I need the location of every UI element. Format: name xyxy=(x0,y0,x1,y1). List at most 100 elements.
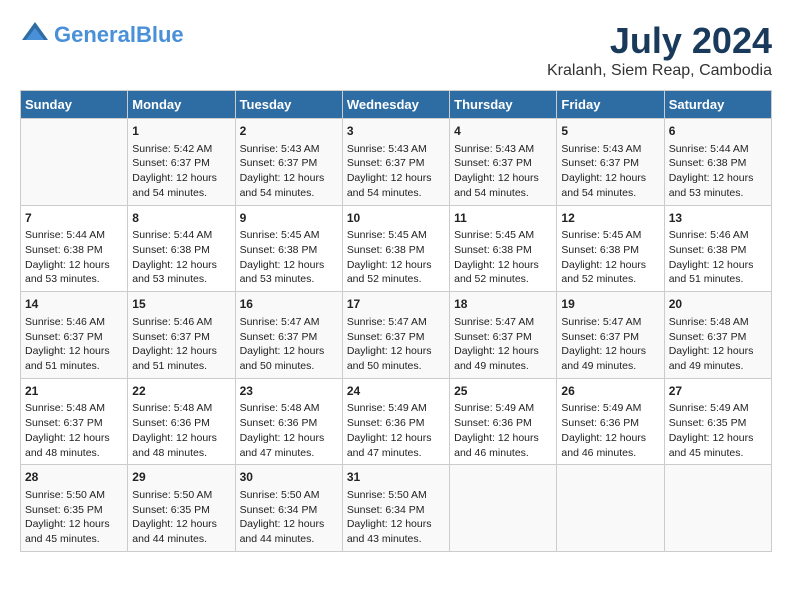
calendar-cell: 25Sunrise: 5:49 AM Sunset: 6:36 PM Dayli… xyxy=(450,378,557,465)
calendar-cell: 7Sunrise: 5:44 AM Sunset: 6:38 PM Daylig… xyxy=(21,205,128,292)
calendar-cell: 18 Sunrise: 5:47 AM Sunset: 6:37 PM Dayli… xyxy=(450,292,557,379)
calendar-cell: 30Sunrise: 5:50 AM Sunset: 6:34 PM Dayli… xyxy=(235,465,342,552)
day-number: 19 xyxy=(561,296,659,313)
cell-content: Sunrise: 5:48 AM Sunset: 6:37 PM Dayligh… xyxy=(25,401,123,460)
day-number: 7 xyxy=(25,210,123,227)
header-day-wednesday: Wednesday xyxy=(342,91,449,119)
cell-content: Sunrise: 5:50 AM Sunset: 6:34 PM Dayligh… xyxy=(347,488,445,547)
day-number: 17 xyxy=(347,296,445,313)
cell-content: Sunrise: 5:49 AM Sunset: 6:36 PM Dayligh… xyxy=(454,401,552,460)
calendar-cell: 29 Sunrise: 5:50 AM Sunset: 6:35 PM Dayli… xyxy=(128,465,235,552)
cell-content: Sunrise: 5:43 AM Sunset: 6:37 PM Dayligh… xyxy=(454,142,552,201)
page-header: GeneralBlue July 2024 Kralanh, Siem Reap… xyxy=(20,20,772,80)
calendar-cell: 26Sunrise: 5:49 AM Sunset: 6:36 PM Dayli… xyxy=(557,378,664,465)
calendar-cell: 15Sunrise: 5:46 AM Sunset: 6:37 PM Dayli… xyxy=(128,292,235,379)
day-number: 1 xyxy=(132,123,230,140)
day-number: 12 xyxy=(561,210,659,227)
cell-content: Sunrise: 5:44 AM Sunset: 6:38 PM Dayligh… xyxy=(132,228,230,287)
cell-content: Sunrise: 5:48 AM Sunset: 6:36 PM Dayligh… xyxy=(240,401,338,460)
calendar-cell: 2 Sunrise: 5:43 AM Sunset: 6:37 PM Daylig… xyxy=(235,119,342,206)
cell-content: Sunrise: 5:49 AM Sunset: 6:35 PM Dayligh… xyxy=(669,401,767,460)
cell-content: Sunrise: 5:43 AM Sunset: 6:37 PM Dayligh… xyxy=(240,142,338,201)
day-number: 26 xyxy=(561,383,659,400)
cell-content: Sunrise: 5:47 AM Sunset: 6:37 PM Dayligh… xyxy=(347,315,445,374)
calendar-cell xyxy=(21,119,128,206)
logo-text: GeneralBlue xyxy=(54,23,184,47)
day-number: 2 xyxy=(240,123,338,140)
cell-content: Sunrise: 5:49 AM Sunset: 6:36 PM Dayligh… xyxy=(347,401,445,460)
day-number: 22 xyxy=(132,383,230,400)
subtitle: Kralanh, Siem Reap, Cambodia xyxy=(547,62,772,80)
cell-content: Sunrise: 5:45 AM Sunset: 6:38 PM Dayligh… xyxy=(347,228,445,287)
header-day-friday: Friday xyxy=(557,91,664,119)
calendar-cell: 27Sunrise: 5:49 AM Sunset: 6:35 PM Dayli… xyxy=(664,378,771,465)
day-number: 21 xyxy=(25,383,123,400)
calendar-cell: 14 Sunrise: 5:46 AM Sunset: 6:37 PM Dayli… xyxy=(21,292,128,379)
week-row-3: 14 Sunrise: 5:46 AM Sunset: 6:37 PM Dayli… xyxy=(21,292,772,379)
cell-content: Sunrise: 5:46 AM Sunset: 6:37 PM Dayligh… xyxy=(25,315,123,374)
cell-content: Sunrise: 5:47 AM Sunset: 6:37 PM Dayligh… xyxy=(240,315,338,374)
cell-content: Sunrise: 5:44 AM Sunset: 6:38 PM Dayligh… xyxy=(25,228,123,287)
calendar-cell: 19 Sunrise: 5:47 AM Sunset: 6:37 PM Dayli… xyxy=(557,292,664,379)
calendar-cell: 1Sunrise: 5:42 AM Sunset: 6:37 PM Daylig… xyxy=(128,119,235,206)
day-number: 11 xyxy=(454,210,552,227)
header-row: SundayMondayTuesdayWednesdayThursdayFrid… xyxy=(21,91,772,119)
calendar-cell: 20 Sunrise: 5:48 AM Sunset: 6:37 PM Dayli… xyxy=(664,292,771,379)
cell-content: Sunrise: 5:43 AM Sunset: 6:37 PM Dayligh… xyxy=(561,142,659,201)
week-row-4: 21Sunrise: 5:48 AM Sunset: 6:37 PM Dayli… xyxy=(21,378,772,465)
cell-content: Sunrise: 5:50 AM Sunset: 6:35 PM Dayligh… xyxy=(25,488,123,547)
calendar-cell: 5 Sunrise: 5:43 AM Sunset: 6:37 PM Daylig… xyxy=(557,119,664,206)
calendar-cell: 13Sunrise: 5:46 AM Sunset: 6:38 PM Dayli… xyxy=(664,205,771,292)
cell-content: Sunrise: 5:48 AM Sunset: 6:37 PM Dayligh… xyxy=(669,315,767,374)
day-number: 3 xyxy=(347,123,445,140)
header-day-monday: Monday xyxy=(128,91,235,119)
calendar-cell: 9Sunrise: 5:45 AM Sunset: 6:38 PM Daylig… xyxy=(235,205,342,292)
header-day-tuesday: Tuesday xyxy=(235,91,342,119)
day-number: 10 xyxy=(347,210,445,227)
day-number: 31 xyxy=(347,469,445,486)
calendar-cell: 4 Sunrise: 5:43 AM Sunset: 6:37 PM Daylig… xyxy=(450,119,557,206)
cell-content: Sunrise: 5:50 AM Sunset: 6:35 PM Dayligh… xyxy=(132,488,230,547)
cell-content: Sunrise: 5:44 AM Sunset: 6:38 PM Dayligh… xyxy=(669,142,767,201)
main-title: July 2024 xyxy=(547,20,772,62)
day-number: 23 xyxy=(240,383,338,400)
cell-content: Sunrise: 5:46 AM Sunset: 6:37 PM Dayligh… xyxy=(132,315,230,374)
calendar-cell: 31 Sunrise: 5:50 AM Sunset: 6:34 PM Dayli… xyxy=(342,465,449,552)
calendar-cell: 21Sunrise: 5:48 AM Sunset: 6:37 PM Dayli… xyxy=(21,378,128,465)
calendar-cell: 28 Sunrise: 5:50 AM Sunset: 6:35 PM Dayli… xyxy=(21,465,128,552)
day-number: 5 xyxy=(561,123,659,140)
logo-icon xyxy=(20,20,50,50)
day-number: 24 xyxy=(347,383,445,400)
week-row-1: 1Sunrise: 5:42 AM Sunset: 6:37 PM Daylig… xyxy=(21,119,772,206)
calendar-cell: 11Sunrise: 5:45 AM Sunset: 6:38 PM Dayli… xyxy=(450,205,557,292)
day-number: 13 xyxy=(669,210,767,227)
day-number: 8 xyxy=(132,210,230,227)
calendar-cell: 12Sunrise: 5:45 AM Sunset: 6:38 PM Dayli… xyxy=(557,205,664,292)
calendar-cell: 24Sunrise: 5:49 AM Sunset: 6:36 PM Dayli… xyxy=(342,378,449,465)
day-number: 27 xyxy=(669,383,767,400)
week-row-2: 7Sunrise: 5:44 AM Sunset: 6:38 PM Daylig… xyxy=(21,205,772,292)
day-number: 28 xyxy=(25,469,123,486)
day-number: 25 xyxy=(454,383,552,400)
cell-content: Sunrise: 5:45 AM Sunset: 6:38 PM Dayligh… xyxy=(454,228,552,287)
cell-content: Sunrise: 5:47 AM Sunset: 6:37 PM Dayligh… xyxy=(454,315,552,374)
title-block: July 2024 Kralanh, Siem Reap, Cambodia xyxy=(547,20,772,80)
calendar-body: 1Sunrise: 5:42 AM Sunset: 6:37 PM Daylig… xyxy=(21,119,772,552)
day-number: 16 xyxy=(240,296,338,313)
day-number: 18 xyxy=(454,296,552,313)
cell-content: Sunrise: 5:45 AM Sunset: 6:38 PM Dayligh… xyxy=(561,228,659,287)
calendar-cell: 23Sunrise: 5:48 AM Sunset: 6:36 PM Dayli… xyxy=(235,378,342,465)
day-number: 20 xyxy=(669,296,767,313)
day-number: 4 xyxy=(454,123,552,140)
cell-content: Sunrise: 5:46 AM Sunset: 6:38 PM Dayligh… xyxy=(669,228,767,287)
day-number: 30 xyxy=(240,469,338,486)
calendar-table: SundayMondayTuesdayWednesdayThursdayFrid… xyxy=(20,90,772,552)
day-number: 6 xyxy=(669,123,767,140)
day-number: 14 xyxy=(25,296,123,313)
calendar-cell xyxy=(450,465,557,552)
cell-content: Sunrise: 5:47 AM Sunset: 6:37 PM Dayligh… xyxy=(561,315,659,374)
day-number: 9 xyxy=(240,210,338,227)
header-day-sunday: Sunday xyxy=(21,91,128,119)
calendar-cell xyxy=(557,465,664,552)
day-number: 29 xyxy=(132,469,230,486)
